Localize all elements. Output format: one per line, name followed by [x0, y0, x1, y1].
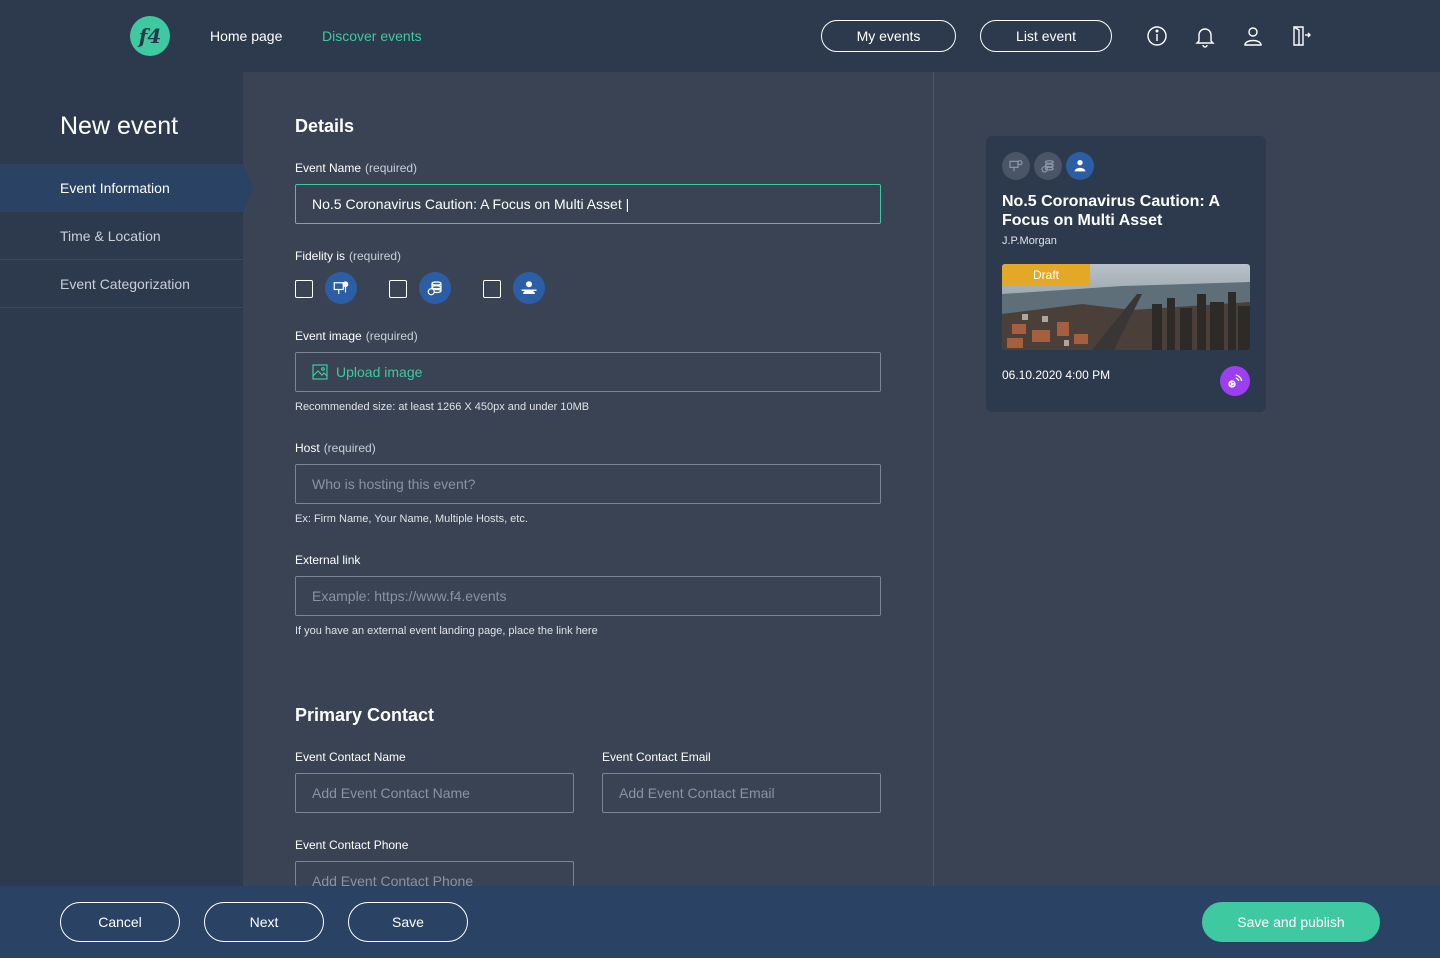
- nav-discover-link[interactable]: Discover events: [322, 28, 422, 44]
- required-note: (required): [349, 249, 402, 263]
- host-hint: Ex: Firm Name, Your Name, Multiple Hosts…: [295, 513, 528, 525]
- logout-icon[interactable]: [1289, 24, 1313, 48]
- user-icon[interactable]: [1241, 24, 1265, 48]
- info-icon[interactable]: [1145, 24, 1169, 48]
- sidebar-item-event-information[interactable]: Event Information: [0, 164, 253, 212]
- event-preview-card[interactable]: No.5 Coronavirus Caution: A Focus on Mul…: [986, 136, 1266, 412]
- live-stream-icon: [1220, 366, 1250, 396]
- content-divider: [933, 72, 934, 886]
- finance-icon: [419, 272, 451, 304]
- contact-phone-label: Event Contact Phone: [295, 838, 409, 852]
- event-image-label: Event image (required): [295, 329, 418, 343]
- contact-email-label: Event Contact Email: [602, 750, 711, 764]
- fidelity-checkbox-2[interactable]: [389, 280, 407, 298]
- draft-badge: Draft: [1002, 264, 1090, 286]
- required-note: (required): [323, 441, 376, 455]
- f4-logo[interactable]: f4: [130, 16, 170, 56]
- event-name-label: Event Name (required): [295, 161, 417, 175]
- list-event-button[interactable]: List event: [980, 20, 1112, 52]
- presentation-icon: [1002, 152, 1030, 180]
- primary-contact-title: Primary Contact: [295, 705, 435, 725]
- footer-bar: Cancel Next Save Save and publish: [0, 886, 1440, 958]
- upload-image-label: Upload image: [336, 364, 423, 380]
- external-link-label: External link: [295, 553, 361, 567]
- event-name-input[interactable]: No.5 Coronavirus Caution: A Focus on Mul…: [295, 184, 881, 224]
- contact-name-label: Event Contact Name: [295, 750, 406, 764]
- external-link-hint: If you have an external event landing pa…: [295, 625, 598, 637]
- preview-host: J.P.Morgan: [1002, 235, 1057, 247]
- host-label: Host (required): [295, 441, 376, 455]
- required-note: (required): [365, 329, 418, 343]
- presentation-icon: [325, 272, 357, 304]
- next-button[interactable]: Next: [204, 902, 324, 942]
- external-link-input[interactable]: Example: https://www.f4.events: [295, 576, 881, 616]
- sidebar-item-event-categorization[interactable]: Event Categorization: [0, 260, 243, 308]
- preview-title: No.5 Coronavirus Caution: A Focus on Mul…: [1002, 193, 1220, 229]
- my-events-button[interactable]: My events: [821, 20, 956, 52]
- fidelity-label-text: Fidelity is: [295, 249, 346, 263]
- fidelity-checkbox-1[interactable]: [295, 280, 313, 298]
- event-name-label-text: Event Name: [295, 161, 362, 175]
- image-size-hint: Recommended size: at least 1266 X 450px …: [295, 401, 590, 413]
- sidebar-item-time-location[interactable]: Time & Location: [0, 212, 243, 260]
- image-icon: [312, 364, 328, 380]
- required-note: (required): [365, 161, 418, 175]
- top-navbar: f4 Home page Discover events My events L…: [0, 0, 1440, 72]
- person-icon: [1066, 152, 1094, 180]
- event-image-label-text: Event image: [295, 329, 362, 343]
- host-input[interactable]: Who is hosting this event?: [295, 464, 881, 504]
- details-title: Details: [295, 116, 355, 136]
- sidebar: New event Event Information Time & Locat…: [0, 72, 253, 886]
- preview-date: 06.10.2020 4:00 PM: [1002, 368, 1111, 382]
- contact-email-input[interactable]: Add Event Contact Email: [602, 773, 881, 813]
- host-label-text: Host: [295, 441, 320, 455]
- fidelity-label: Fidelity is (required): [295, 249, 401, 263]
- person-icon: [513, 272, 545, 304]
- contact-name-input[interactable]: Add Event Contact Name: [295, 773, 574, 813]
- save-and-publish-button[interactable]: Save and publish: [1202, 902, 1380, 942]
- finance-icon: [1034, 152, 1062, 180]
- save-button[interactable]: Save: [348, 902, 468, 942]
- cancel-button[interactable]: Cancel: [60, 902, 180, 942]
- page-title: New event: [60, 112, 179, 140]
- contact-phone-input[interactable]: Add Event Contact Phone: [295, 861, 574, 886]
- nav-home-link[interactable]: Home page: [210, 28, 282, 44]
- bell-icon[interactable]: [1193, 24, 1217, 48]
- upload-image-button[interactable]: Upload image: [295, 352, 881, 392]
- fidelity-checkbox-3[interactable]: [483, 280, 501, 298]
